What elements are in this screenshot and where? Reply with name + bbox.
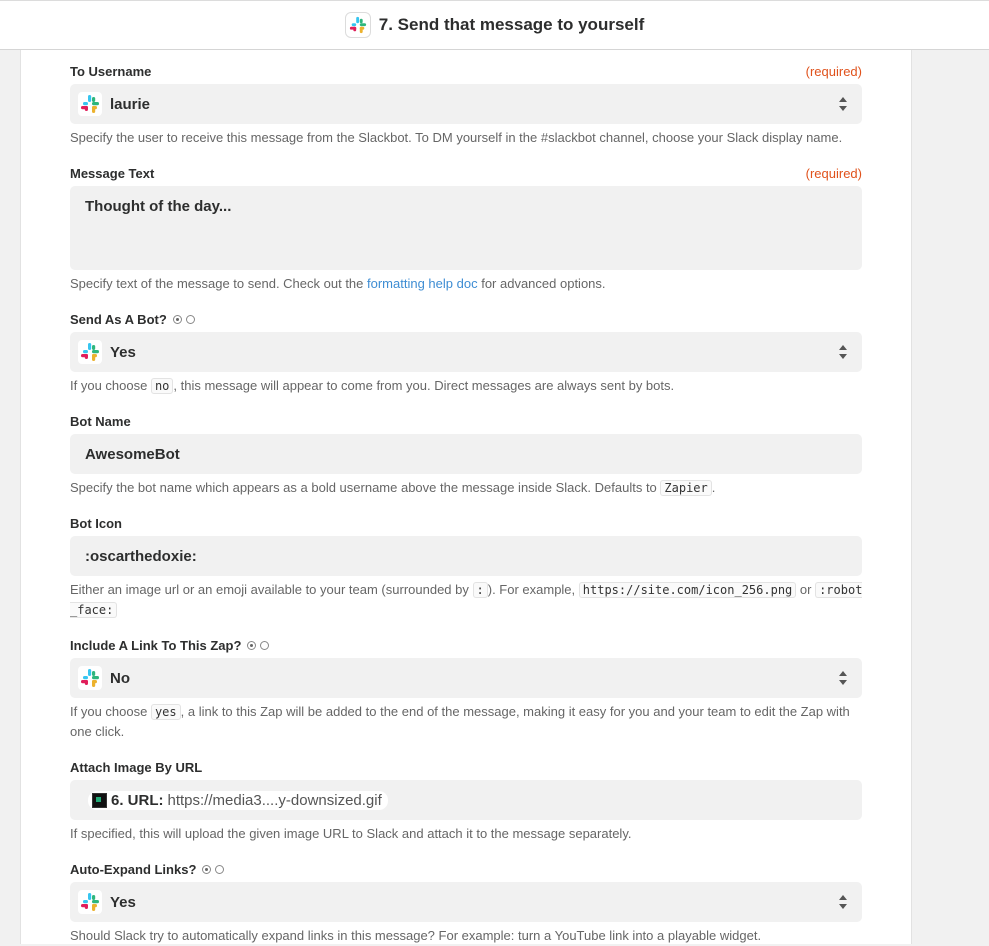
chevron-updown-icon bbox=[838, 670, 848, 686]
bot-name-label: Bot Name bbox=[70, 414, 131, 429]
bot-icon-value: :oscarthedoxie: bbox=[85, 547, 197, 565]
gif-step-icon bbox=[92, 792, 107, 808]
help-text: or bbox=[796, 582, 816, 597]
send-as-bot-help: If you choose no, this message will appe… bbox=[70, 376, 865, 396]
send-as-bot-dropdown[interactable]: Yes bbox=[70, 332, 862, 372]
code-snippet: https://site.com/icon_256.png bbox=[578, 582, 797, 598]
code-snippet: Zapier bbox=[660, 480, 712, 496]
bot-icon-help: Either an image url or an emoji availabl… bbox=[70, 580, 865, 620]
slack-icon bbox=[78, 890, 102, 914]
radio-toggle[interactable] bbox=[202, 865, 228, 874]
radio-on-icon[interactable] bbox=[202, 865, 212, 874]
to-username-required: (required) bbox=[805, 64, 862, 79]
help-text: Specify the bot name which appears as a … bbox=[70, 480, 661, 495]
include-link-help: If you choose yes, a link to this Zap wi… bbox=[70, 702, 865, 742]
help-text: Either an image url or an emoji availabl… bbox=[70, 582, 473, 597]
radio-off-icon[interactable] bbox=[260, 641, 270, 650]
chevron-updown-icon bbox=[838, 894, 848, 910]
mapped-field-pill[interactable]: 6. URL: https://media3....y-downsized.gi… bbox=[88, 790, 388, 810]
label-text: Include A Link To This Zap? bbox=[70, 638, 242, 653]
radio-off-icon[interactable] bbox=[215, 865, 225, 874]
message-text-help: Specify text of the message to send. Che… bbox=[70, 274, 865, 294]
auto-expand-value: Yes bbox=[110, 893, 136, 911]
slack-app-icon bbox=[344, 12, 371, 38]
formatting-help-link[interactable]: formatting help doc bbox=[367, 276, 478, 291]
to-username-help: Specify the user to receive this message… bbox=[70, 130, 843, 145]
attach-image-label: Attach Image By URL bbox=[70, 760, 203, 775]
bot-name-input[interactable]: AwesomeBot bbox=[70, 434, 862, 474]
auto-expand-dropdown[interactable]: Yes bbox=[70, 882, 862, 922]
send-as-bot-value: Yes bbox=[110, 343, 136, 361]
help-text: , a link to this Zap will be added to th… bbox=[70, 704, 850, 739]
help-text: , this message will appear to come from … bbox=[173, 378, 675, 393]
auto-expand-label: Auto-Expand Links? bbox=[70, 862, 228, 877]
slack-icon bbox=[78, 92, 102, 116]
send-as-bot-label: Send As A Bot? bbox=[70, 312, 199, 327]
radio-on-icon[interactable] bbox=[172, 315, 182, 324]
radio-off-icon[interactable] bbox=[185, 315, 195, 324]
bot-name-help: Specify the bot name which appears as a … bbox=[70, 478, 865, 498]
bot-icon-label: Bot Icon bbox=[70, 516, 122, 531]
attach-image-help: If specified, this will upload the given… bbox=[70, 826, 632, 841]
help-text: If you choose bbox=[70, 704, 151, 719]
label-text: Send As A Bot? bbox=[70, 312, 167, 327]
radio-on-icon[interactable] bbox=[247, 641, 257, 650]
include-link-value: No bbox=[110, 669, 130, 687]
to-username-value: laurie bbox=[110, 95, 151, 113]
auto-expand-help: Should Slack try to automatically expand… bbox=[70, 928, 762, 943]
help-text: for advanced options. bbox=[477, 276, 606, 291]
pill-step-label: 6. URL: bbox=[111, 791, 164, 809]
help-text: . bbox=[711, 480, 716, 495]
attach-image-input[interactable]: 6. URL: https://media3....y-downsized.gi… bbox=[70, 780, 862, 820]
step-title: 7. Send that message to yourself bbox=[378, 15, 645, 34]
message-text-input[interactable]: Thought of the day... bbox=[70, 186, 862, 270]
chevron-updown-icon bbox=[838, 344, 848, 360]
radio-toggle[interactable] bbox=[247, 641, 273, 650]
help-text: If you choose bbox=[70, 378, 151, 393]
step-header: 7. Send that message to yourself bbox=[0, 0, 989, 50]
chevron-updown-icon bbox=[838, 96, 848, 112]
label-text: Auto-Expand Links? bbox=[70, 862, 197, 877]
slack-icon bbox=[78, 666, 102, 690]
bot-name-value: AwesomeBot bbox=[85, 445, 180, 463]
to-username-label: To Username bbox=[70, 64, 152, 79]
help-text: Specify text of the message to send. Che… bbox=[70, 276, 368, 291]
code-snippet: yes bbox=[150, 704, 181, 720]
message-text-required: (required) bbox=[805, 166, 862, 181]
code-snippet: : bbox=[472, 582, 488, 598]
bot-icon-input[interactable]: :oscarthedoxie: bbox=[70, 536, 862, 576]
slack-icon bbox=[78, 340, 102, 364]
include-link-label: Include A Link To This Zap? bbox=[70, 638, 273, 653]
radio-toggle[interactable] bbox=[172, 315, 199, 324]
include-link-dropdown[interactable]: No bbox=[70, 658, 862, 698]
code-snippet: no bbox=[150, 378, 174, 394]
message-text-label: Message Text bbox=[70, 166, 155, 181]
to-username-dropdown[interactable]: laurie bbox=[70, 84, 862, 124]
pill-value: https://media3....y-downsized.gif bbox=[167, 791, 382, 809]
message-text-value: Thought of the day... bbox=[85, 198, 232, 215]
help-text: ). For example, bbox=[487, 582, 579, 597]
